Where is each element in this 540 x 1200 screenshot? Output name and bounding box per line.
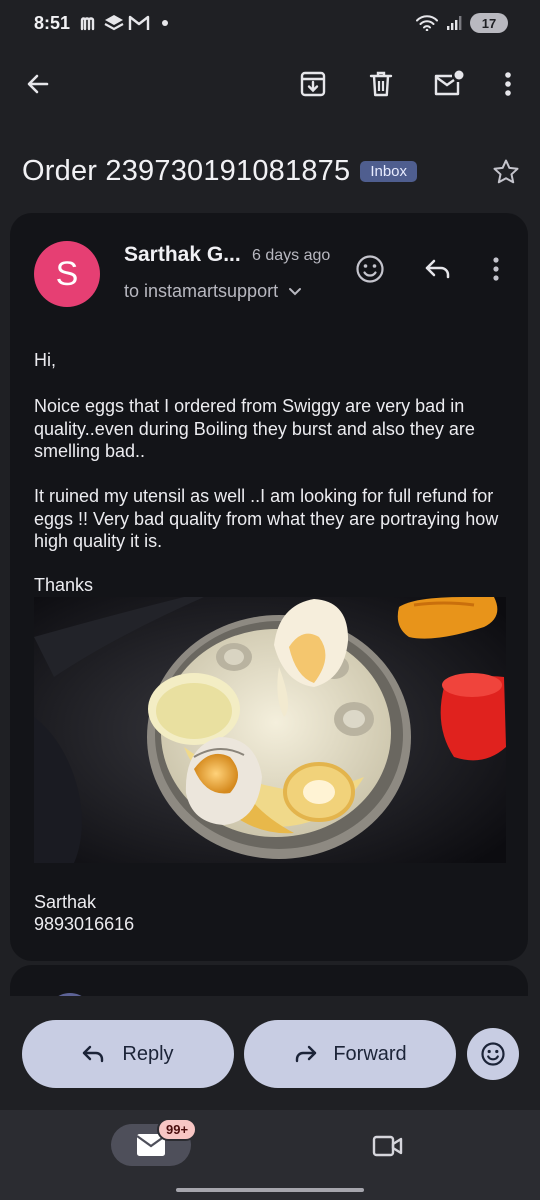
notification-icons bbox=[80, 14, 169, 32]
signature-name: Sarthak bbox=[34, 892, 97, 912]
more-options-button[interactable] bbox=[488, 64, 528, 104]
mark-unread-icon bbox=[434, 70, 464, 96]
reply-icon-button[interactable] bbox=[418, 249, 458, 289]
email-toolbar bbox=[0, 56, 540, 112]
add-reaction-button[interactable] bbox=[350, 249, 390, 289]
email-paragraph-2: It ruined my utensil as well ..I am look… bbox=[34, 486, 499, 551]
reply-icon bbox=[83, 1045, 104, 1063]
battery-level: 17 bbox=[481, 15, 497, 31]
layers-icon bbox=[104, 15, 124, 31]
reply-button[interactable]: Reply bbox=[22, 1020, 234, 1088]
bottom-navigation: 99+ bbox=[0, 1110, 540, 1200]
recipient-details-toggle[interactable]: to instamartsupport bbox=[124, 281, 302, 302]
m-app-icon bbox=[80, 17, 95, 31]
inbox-label-badge[interactable]: Inbox bbox=[360, 160, 418, 182]
emoji-icon bbox=[356, 255, 384, 283]
forward-icon bbox=[296, 1045, 317, 1063]
gmail-icon bbox=[128, 15, 150, 30]
status-time: 8:51 bbox=[34, 12, 71, 33]
wifi-icon bbox=[416, 15, 438, 31]
star-button[interactable] bbox=[486, 152, 526, 192]
back-button[interactable] bbox=[18, 64, 58, 104]
star-icon bbox=[493, 159, 519, 184]
reply-label: Reply bbox=[122, 1042, 174, 1065]
signature-phone[interactable]: 9893016616 bbox=[34, 913, 512, 936]
egg-boiler-photo[interactable] bbox=[34, 597, 506, 863]
sent-time: 6 days ago bbox=[252, 247, 331, 264]
back-arrow-icon bbox=[27, 74, 49, 94]
message-more-button[interactable] bbox=[476, 249, 516, 289]
signal-icon bbox=[447, 16, 462, 30]
sender-name[interactable]: Sarthak G... bbox=[124, 243, 241, 267]
battery-icon: 17 bbox=[470, 13, 508, 33]
recipient-text: to instamartsupport bbox=[124, 281, 279, 301]
email-greeting: Hi, bbox=[34, 350, 56, 370]
status-bar: 8:51 17 bbox=[0, 0, 540, 46]
more-vert-icon bbox=[505, 72, 511, 96]
forward-label: Forward bbox=[333, 1042, 407, 1065]
archive-button[interactable] bbox=[293, 64, 333, 104]
email-subject: Order 239730191081875 bbox=[22, 154, 351, 187]
gesture-handle[interactable] bbox=[176, 1188, 364, 1192]
delete-button[interactable] bbox=[361, 64, 401, 104]
subject-row: Order 239730191081875 Inbox bbox=[22, 148, 532, 194]
sender-avatar[interactable]: S bbox=[34, 241, 100, 307]
email-message-card: S Sarthak G... 6 days ago to instamartsu… bbox=[10, 213, 528, 961]
reply-action-bar: Reply Forward bbox=[0, 996, 540, 1110]
more-notifications-dot bbox=[162, 20, 169, 26]
sender-initial: S bbox=[55, 254, 79, 293]
archive-icon bbox=[300, 71, 326, 97]
react-emoji-button[interactable] bbox=[467, 1028, 519, 1080]
delete-icon bbox=[369, 71, 393, 97]
nav-meet-tab[interactable] bbox=[368, 1126, 408, 1166]
emoji-icon bbox=[481, 1042, 505, 1066]
forward-button[interactable]: Forward bbox=[244, 1020, 456, 1088]
email-paragraph-1: Noice eggs that I ordered from Swiggy ar… bbox=[34, 396, 475, 461]
video-camera-icon bbox=[372, 1135, 403, 1157]
reply-icon bbox=[425, 259, 450, 279]
more-vert-icon bbox=[493, 257, 499, 281]
unread-count-badge: 99+ bbox=[157, 1118, 198, 1141]
email-closing: Thanks bbox=[34, 575, 94, 595]
chevron-down-icon bbox=[289, 287, 302, 295]
mark-unread-button[interactable] bbox=[428, 64, 468, 104]
